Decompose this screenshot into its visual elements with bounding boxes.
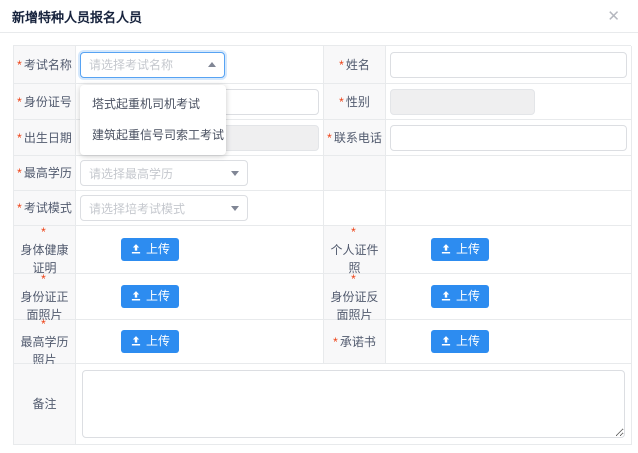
phone-cell [386, 120, 632, 156]
id-front-upload-button[interactable]: 上传 [121, 285, 179, 307]
required-star: * [17, 56, 22, 74]
required-star: * [17, 93, 22, 111]
exam-mode-cell: 请选择培考试模式 [76, 191, 324, 226]
exam-name-cell: 请选择考试名称 塔式起重机司机考试 建筑起重信号司索工考试 [76, 46, 324, 84]
phone-input[interactable] [390, 125, 627, 151]
id-back-label: *身份证反面照片 [324, 274, 386, 320]
gender-cell [386, 84, 632, 120]
id-number-label: *身份证号 [14, 84, 76, 120]
required-star: * [351, 223, 356, 241]
chevron-up-icon [208, 62, 216, 67]
exam-name-label: *考试名称 [14, 46, 76, 84]
id-back-upload-button[interactable]: 上传 [431, 285, 489, 307]
commitment-label: *承诺书 [324, 320, 386, 364]
health-cert-cell: 上传 [76, 226, 324, 274]
upload-icon [130, 335, 142, 347]
dropdown-option-signal-worker[interactable]: 建筑起重信号司索工考试 [80, 120, 226, 151]
empty-content-cell [386, 156, 632, 191]
chevron-down-icon [231, 171, 239, 176]
required-star: * [41, 223, 46, 241]
id-front-label: *身份证正面照片 [14, 274, 76, 320]
empty-label-cell [324, 191, 386, 226]
required-star: * [41, 270, 46, 288]
remarks-label: 备注 [14, 364, 76, 445]
add-special-personnel-dialog: 新增特种人员报名人员 ✕ *考试名称 请选择考试名称 塔式起重机司机考试 建筑起… [0, 0, 638, 453]
upload-icon [440, 243, 452, 255]
education-photo-cell: 上传 [76, 320, 324, 364]
required-star: * [41, 315, 46, 333]
close-icon[interactable]: ✕ [603, 7, 624, 26]
upload-icon [130, 243, 142, 255]
health-cert-label: *身体健康证明 [14, 226, 76, 274]
dialog-title: 新增特种人员报名人员 [12, 7, 142, 26]
chevron-down-icon [231, 206, 239, 211]
exam-mode-placeholder: 请选择培考试模式 [89, 200, 225, 217]
education-photo-upload-button[interactable]: 上传 [121, 330, 179, 352]
gender-input [390, 89, 535, 115]
exam-mode-label: *考试模式 [14, 191, 76, 226]
empty-content-cell [386, 191, 632, 226]
upload-icon [440, 290, 452, 302]
upload-icon [440, 335, 452, 347]
personal-photo-cell: 上传 [386, 226, 632, 274]
personal-photo-label: *个人证件照 [324, 226, 386, 274]
required-star: * [339, 56, 344, 74]
remarks-cell [76, 364, 632, 445]
personal-photo-upload-button[interactable]: 上传 [431, 238, 489, 260]
required-star: * [17, 129, 22, 147]
name-cell [386, 46, 632, 84]
exam-name-placeholder: 请选择考试名称 [89, 56, 202, 73]
birth-date-label: *出生日期 [14, 120, 76, 156]
id-back-cell: 上传 [386, 274, 632, 320]
registration-form-table: *考试名称 请选择考试名称 塔式起重机司机考试 建筑起重信号司索工考试 *姓名 … [13, 45, 631, 445]
required-star: * [351, 270, 356, 288]
commitment-cell: 上传 [386, 320, 632, 364]
dialog-header: 新增特种人员报名人员 ✕ [0, 0, 638, 33]
required-star: * [327, 129, 332, 147]
education-cell: 请选择最高学历 [76, 156, 324, 191]
required-star: * [339, 93, 344, 111]
required-star: * [333, 333, 338, 351]
remarks-textarea[interactable] [82, 370, 625, 438]
name-label: *姓名 [324, 46, 386, 84]
commitment-upload-button[interactable]: 上传 [431, 330, 489, 352]
exam-name-dropdown: 塔式起重机司机考试 建筑起重信号司索工考试 [80, 85, 226, 155]
upload-icon [130, 290, 142, 302]
required-star: * [17, 164, 22, 182]
required-star: * [17, 199, 22, 217]
exam-name-select[interactable]: 请选择考试名称 [80, 52, 225, 78]
education-select[interactable]: 请选择最高学历 [80, 160, 248, 186]
phone-label: *联系电话 [324, 120, 386, 156]
health-cert-upload-button[interactable]: 上传 [121, 238, 179, 260]
education-photo-label: *最高学历照片 [14, 320, 76, 364]
education-label: *最高学历 [14, 156, 76, 191]
education-placeholder: 请选择最高学历 [89, 165, 225, 182]
id-front-cell: 上传 [76, 274, 324, 320]
gender-label: *性别 [324, 84, 386, 120]
name-input[interactable] [390, 52, 627, 78]
dropdown-option-tower-crane[interactable]: 塔式起重机司机考试 [80, 89, 226, 120]
exam-mode-select[interactable]: 请选择培考试模式 [80, 195, 248, 221]
empty-label-cell [324, 156, 386, 191]
